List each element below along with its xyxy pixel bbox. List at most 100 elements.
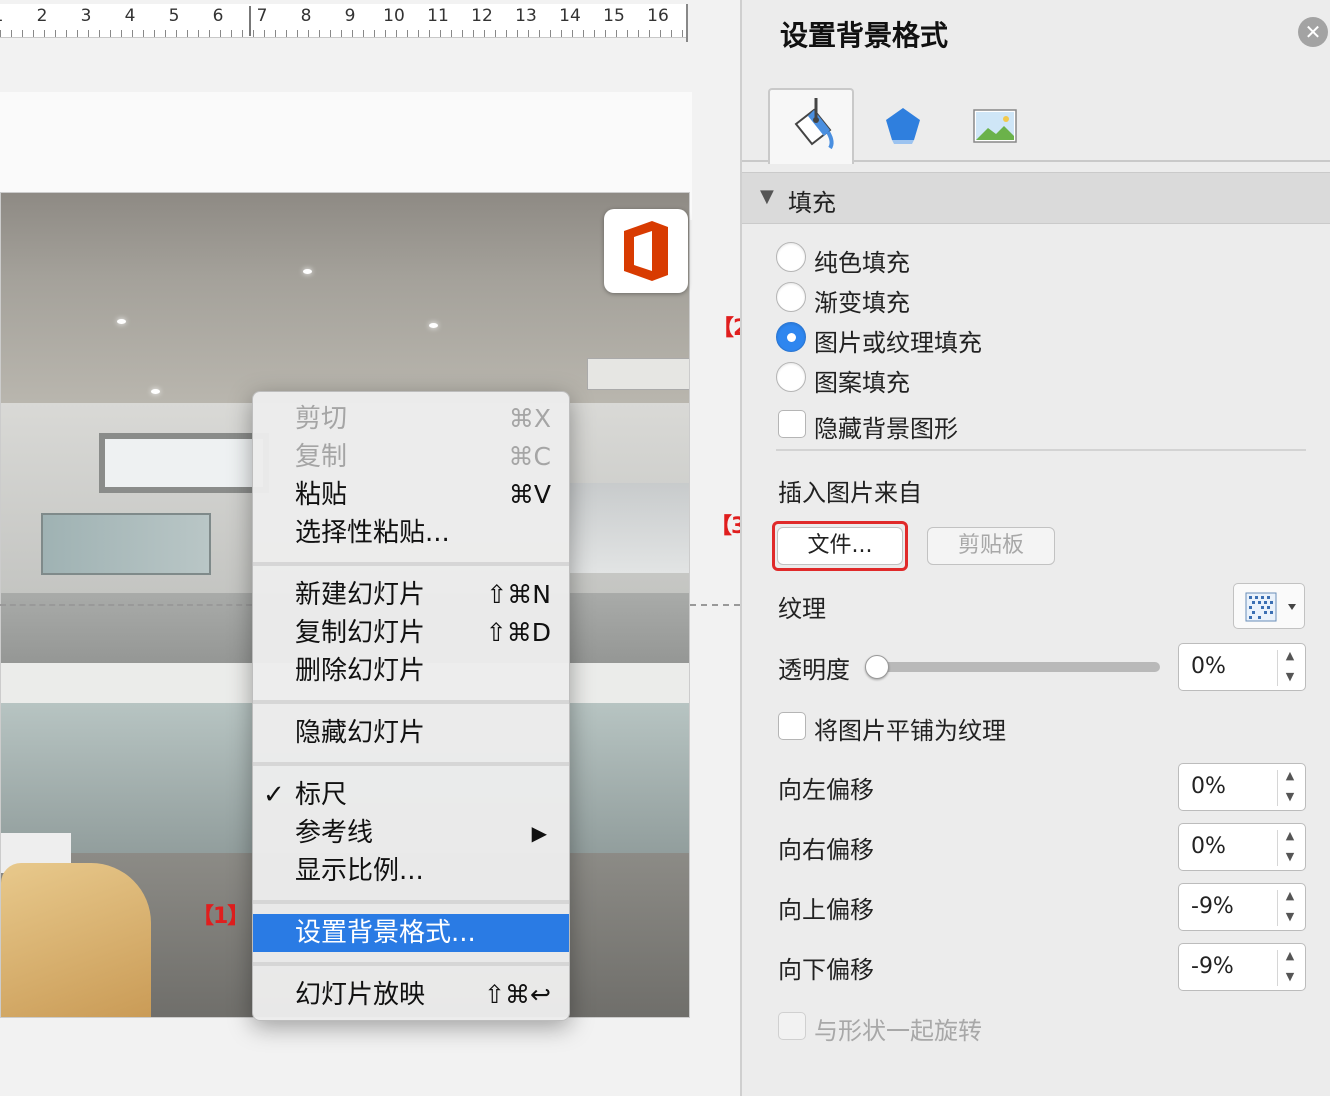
ruler-tick — [649, 30, 650, 37]
ruler-number: 10 — [383, 6, 405, 26]
stepper-value[interactable]: -9% — [1191, 954, 1234, 979]
ruler-number: 3 — [80, 6, 92, 26]
hide-background-graphics-checkbox[interactable] — [778, 410, 806, 438]
stepper-down-icon[interactable]: ▼ — [1283, 850, 1297, 863]
menu-item-zoom[interactable]: 显示比例... — [253, 852, 569, 890]
tab-fill[interactable] — [768, 88, 854, 164]
menu-item-duplicate-slide[interactable]: 复制幻灯片 ⇧⌘D — [253, 614, 569, 652]
radio-pattern-fill[interactable] — [776, 362, 806, 392]
menu-item-label: 参考线 — [295, 818, 374, 848]
stepper-value[interactable]: -9% — [1191, 894, 1234, 919]
ruler-tick — [11, 30, 12, 37]
close-icon[interactable]: ✕ — [1298, 17, 1328, 47]
horizontal-ruler: 12345678910111213141516 — [0, 0, 740, 42]
panel-tabs — [742, 86, 1330, 164]
offset-top-stepper[interactable]: -9% ▲ ▼ — [1178, 883, 1306, 931]
ruler-number: 4 — [124, 6, 136, 26]
menu-item-hide-slide[interactable]: 隐藏幻灯片 — [253, 714, 569, 752]
stepper-up-icon[interactable]: ▲ — [1283, 649, 1297, 662]
ruler-number: 1 — [0, 6, 3, 26]
menu-item-cut[interactable]: 剪切 ⌘X — [253, 400, 569, 438]
texture-dropdown[interactable] — [1233, 583, 1305, 629]
menu-item-label: 幻灯片放映 — [295, 980, 426, 1010]
ruler-tick — [0, 30, 1, 37]
ruler-tick — [88, 30, 89, 37]
menu-item-ruler[interactable]: ✓ 标尺 — [253, 776, 569, 814]
stepper-up-icon[interactable]: ▲ — [1283, 829, 1297, 842]
stepper-up-icon[interactable]: ▲ — [1283, 769, 1297, 782]
divider — [776, 449, 1306, 451]
paint-bucket-icon — [794, 98, 834, 150]
stepper-down-icon[interactable]: ▼ — [1283, 670, 1297, 683]
menu-shortcut: ⌘C — [508, 442, 551, 471]
stepper-down-icon[interactable]: ▼ — [1283, 790, 1297, 803]
offset-bottom-stepper[interactable]: -9% ▲ ▼ — [1178, 943, 1306, 991]
menu-item-format-background[interactable]: 设置背景格式... — [253, 914, 569, 952]
ruler-number: 14 — [559, 6, 581, 26]
guide-line[interactable] — [0, 604, 252, 606]
stepper-value[interactable]: 0% — [1191, 834, 1226, 859]
ruler-tick — [506, 30, 507, 37]
fill-section-header[interactable]: ▼ 填充 — [742, 172, 1330, 224]
stepper-down-icon[interactable]: ▼ — [1283, 910, 1297, 923]
tile-as-texture-checkbox[interactable] — [778, 712, 806, 740]
tab-effects[interactable] — [858, 88, 944, 164]
texture-label: 纹理 — [778, 595, 826, 623]
guide-line[interactable] — [690, 604, 740, 606]
stepper-up-icon[interactable]: ▲ — [1283, 889, 1297, 902]
ruler-tick — [198, 30, 199, 37]
stepper-down-icon[interactable]: ▼ — [1283, 970, 1297, 983]
transparency-slider-knob[interactable] — [865, 655, 889, 679]
ruler-tick — [407, 30, 408, 37]
offset-left-stepper[interactable]: 0% ▲ ▼ — [1178, 763, 1306, 811]
photo-cabinets — [41, 513, 211, 575]
hide-background-graphics-label: 隐藏背景图形 — [814, 415, 958, 443]
file-button[interactable]: 文件... — [777, 527, 903, 565]
ruler-tick — [462, 30, 463, 37]
stepper-up-icon[interactable]: ▲ — [1283, 949, 1297, 962]
ruler-tick — [242, 30, 243, 37]
rotate-with-shape-checkbox[interactable] — [778, 1012, 806, 1040]
ruler-number: 2 — [36, 6, 48, 26]
stepper-divider — [1277, 890, 1278, 926]
menu-item-paste-special[interactable]: 选择性粘贴... — [253, 514, 569, 552]
stepper-value[interactable]: 0% — [1191, 654, 1226, 679]
ruler-number: 6 — [212, 6, 224, 26]
offset-right-stepper[interactable]: 0% ▲ ▼ — [1178, 823, 1306, 871]
transparency-slider-track[interactable] — [876, 662, 1160, 672]
menu-item-delete-slide[interactable]: 删除幻灯片 — [253, 652, 569, 690]
texture-swatch-icon — [1245, 592, 1296, 622]
ruler-tick — [275, 30, 276, 37]
menu-item-paste[interactable]: 粘贴 ⌘V — [253, 476, 569, 514]
stepper-divider — [1277, 950, 1278, 986]
ruler-tick — [374, 30, 375, 37]
insert-picture-from-label: 插入图片来自 — [778, 479, 922, 507]
menu-item-copy[interactable]: 复制 ⌘C — [253, 438, 569, 476]
stepper-value[interactable]: 0% — [1191, 774, 1226, 799]
clipboard-button[interactable]: 剪贴板 — [927, 527, 1055, 565]
ruler-tick — [616, 30, 617, 37]
offset-left-label: 向左偏移 — [778, 776, 874, 804]
ruler-tick — [176, 30, 177, 37]
transparency-stepper[interactable]: 0% ▲ ▼ — [1178, 643, 1306, 691]
menu-item-guides[interactable]: 参考线 ▶ — [253, 814, 569, 852]
ruler-tick — [660, 30, 661, 37]
menu-item-slideshow[interactable]: 幻灯片放映 ⇧⌘↩ — [253, 976, 569, 1014]
menu-item-new-slide[interactable]: 新建幻灯片 ⇧⌘N — [253, 576, 569, 614]
radio-solid-fill[interactable] — [776, 242, 806, 272]
stepper-divider — [1277, 770, 1278, 806]
picture-icon — [973, 109, 1017, 143]
ruler-tick — [528, 30, 529, 37]
ruler-number: 13 — [515, 6, 537, 26]
ruler-tick — [110, 30, 111, 37]
ruler-tick — [132, 30, 133, 37]
photo-ceiling — [1, 193, 689, 403]
tab-picture[interactable] — [952, 88, 1038, 164]
ruler-tick — [396, 30, 397, 37]
menu-separator — [253, 900, 569, 904]
ruler-tick — [286, 30, 287, 37]
radio-gradient-fill[interactable] — [776, 282, 806, 312]
ruler-indent-marker[interactable] — [249, 6, 251, 36]
radio-picture-texture-fill[interactable] — [776, 322, 806, 352]
ruler-tick — [539, 30, 540, 37]
